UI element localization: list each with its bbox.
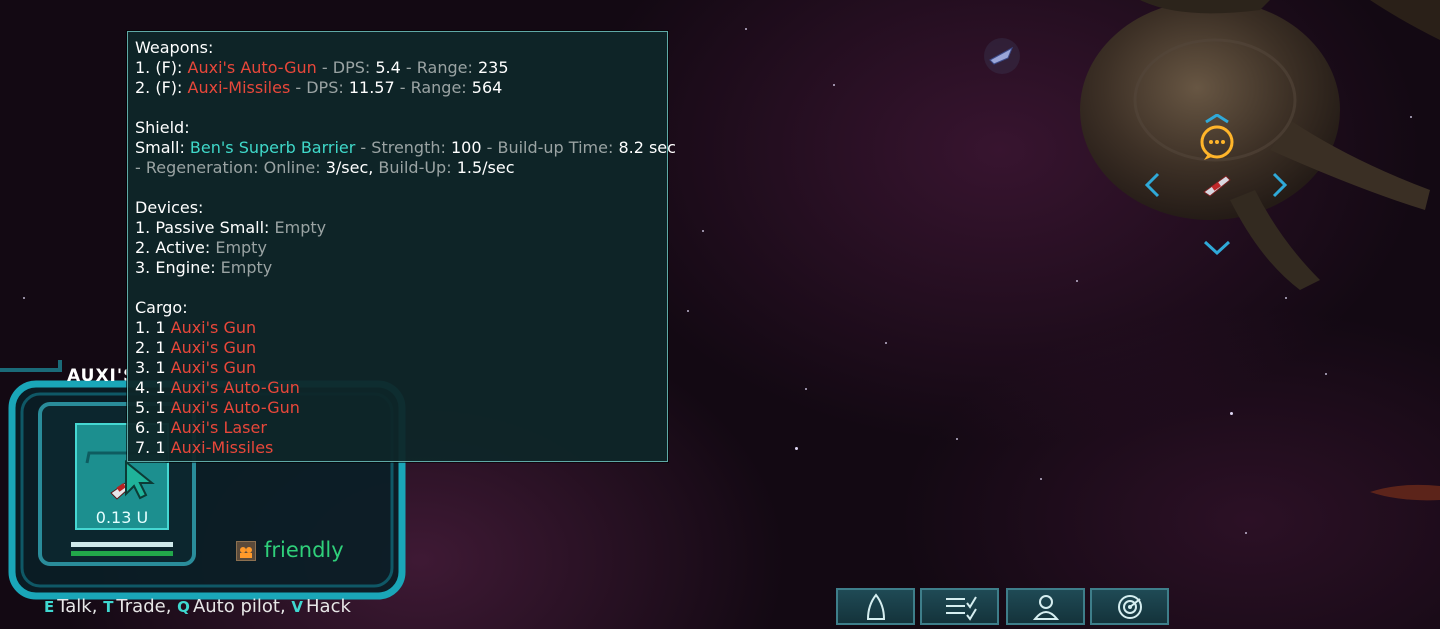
- target-bracket-right-icon: [1272, 172, 1288, 198]
- cargo-row: 2. 1 Auxi's Gun: [135, 338, 257, 357]
- weapon-name: Auxi's Auto-Gun: [187, 58, 317, 77]
- character-icon: [1032, 594, 1059, 620]
- hint-trade[interactable]: T Trade,: [103, 596, 171, 617]
- hint-autopilot[interactable]: Q Auto pilot,: [177, 596, 286, 617]
- devices-header: Devices:: [135, 198, 204, 217]
- target-bracket-left-icon: [1144, 172, 1160, 198]
- target-shield-bar: [71, 551, 173, 556]
- shield-regen-row: - Regeneration: Online: 3/sec, Build-Up:…: [135, 158, 515, 177]
- weapon-row: 1. (F): Auxi's Auto-Gun - DPS: 5.4 - Ran…: [135, 58, 509, 77]
- cargo-row: 6. 1 Auxi's Laser: [135, 418, 267, 437]
- shield-row: Small: Ben's Superb Barrier - Strength: …: [135, 138, 676, 157]
- ship-button[interactable]: [836, 588, 915, 625]
- target-health-bar: [71, 542, 173, 547]
- distant-ship-icon[interactable]: [982, 36, 1022, 76]
- faction-icon: [236, 541, 256, 561]
- radar-icon: [1117, 594, 1142, 619]
- missions-list-icon: [945, 595, 977, 621]
- cargo-row: 3. 1 Auxi's Gun: [135, 358, 257, 377]
- device-row: 1. Passive Small: Empty: [135, 218, 327, 237]
- missions-button[interactable]: [920, 588, 999, 625]
- device-row: 2. Active: Empty: [135, 238, 267, 257]
- radar-button[interactable]: [1090, 588, 1169, 625]
- target-name: AUXI'S: [67, 366, 127, 386]
- ship-info-tooltip: Weapons: 1. (F): Auxi's Auto-Gun - DPS: …: [127, 31, 676, 462]
- targeted-ship-icon[interactable]: [1200, 170, 1234, 200]
- cargo-row: 5. 1 Auxi's Auto-Gun: [135, 398, 300, 417]
- target-bracket-bottom-icon: [1203, 240, 1231, 256]
- weapons-header: Weapons:: [135, 38, 214, 57]
- talk-bubble-icon[interactable]: [1196, 114, 1238, 162]
- offscreen-ship-icon: [1370, 484, 1440, 501]
- hint-talk[interactable]: E Talk,: [44, 596, 97, 617]
- relation-status: friendly: [264, 538, 344, 562]
- keybind-hints: E Talk, T Trade, Q Auto pilot, V Hack: [44, 596, 351, 617]
- cargo-row: 4. 1 Auxi's Auto-Gun: [135, 378, 300, 397]
- weapon-name: Auxi-Missiles: [187, 78, 291, 97]
- mouse-cursor-icon: [125, 460, 155, 500]
- ship-icon: [866, 592, 885, 620]
- weapon-row: 2. (F): Auxi-Missiles - DPS: 11.57 - Ran…: [135, 78, 503, 97]
- cargo-row: 7. 1 Auxi-Missiles: [135, 438, 274, 457]
- target-distance: 0.13 U: [95, 508, 149, 527]
- character-button[interactable]: [1006, 588, 1085, 625]
- shield-name: Ben's Superb Barrier: [189, 138, 356, 157]
- shield-header: Shield:: [135, 118, 190, 137]
- cargo-header: Cargo:: [135, 298, 188, 317]
- device-row: 3. Engine: Empty: [135, 258, 273, 277]
- hint-hack[interactable]: V Hack: [291, 596, 351, 617]
- cargo-row: 1. 1 Auxi's Gun: [135, 318, 257, 337]
